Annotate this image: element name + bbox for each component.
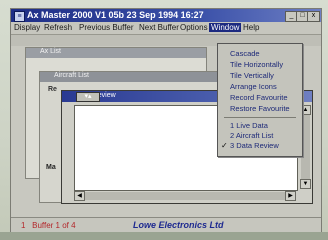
company-name: Lowe Electronics Ltd [133, 220, 224, 230]
status-bar: 1 Buffer 1 of 4 Lowe Electronics Ltd [11, 217, 321, 232]
menu-window[interactable]: Window [209, 23, 242, 32]
window-controls-icon[interactable]: ▾▴ [76, 92, 100, 102]
menu-item-tile-horizontally[interactable]: Tile Horizontally [230, 60, 283, 69]
close-button[interactable]: x [307, 11, 320, 22]
app-title: Ax Master 2000 V1 05b 23 Sep 1994 16:27 [27, 10, 204, 20]
ax-list-title-bar[interactable]: Ax List [26, 48, 206, 58]
app-icon[interactable]: ≡ [14, 11, 25, 22]
aircraft-list-title: Aircraft List [54, 72, 90, 79]
ax-list-title: Ax List [40, 48, 62, 55]
menu-options[interactable]: Options [180, 23, 208, 32]
horizontal-scrollbar[interactable]: ◀ ▶ [74, 191, 296, 201]
menu-item-cascade[interactable]: Cascade [230, 49, 260, 58]
window-menu-dropdown: Cascade Tile Horizontally Tile Verticall… [217, 43, 303, 157]
scroll-right-icon[interactable]: ▶ [285, 191, 296, 201]
aircraft-list-label: Ma [46, 164, 56, 171]
buffer-status: 1 Buffer 1 of 4 [21, 221, 76, 230]
status-index: 1 [21, 221, 26, 230]
menu-display[interactable]: Display [14, 23, 40, 32]
aircraft-list-title-bar[interactable]: Aircraft List [40, 72, 230, 82]
menu-separator [224, 117, 296, 118]
checkmark-icon: ✓ [221, 141, 228, 150]
scroll-left-icon[interactable]: ◀ [74, 191, 85, 201]
scroll-down-icon[interactable]: ▼ [300, 179, 311, 189]
menu-item-restore-favourite[interactable]: Restore Favourite [230, 104, 290, 113]
screen: ≡ Ax Master 2000 V1 05b 23 Sep 1994 16:2… [0, 0, 328, 240]
menu-previous-buffer[interactable]: Previous Buffer [79, 23, 134, 32]
menu-item-arrange-icons[interactable]: Arrange Icons [230, 82, 277, 91]
title-bar[interactable]: ≡ Ax Master 2000 V1 05b 23 Sep 1994 16:2… [11, 9, 321, 22]
menu-item-aircraft-list[interactable]: 2 Aircraft List [230, 131, 273, 140]
menu-item-data-review[interactable]: 3 Data Review [230, 141, 279, 150]
menu-item-live-data[interactable]: 1 Live Data [230, 121, 268, 130]
menu-bar: Display Refresh Previous Buffer Next Buf… [11, 22, 321, 35]
monitor-bezel [0, 232, 328, 240]
menu-next-buffer[interactable]: Next Buffer [139, 23, 179, 32]
menu-item-record-favourite[interactable]: Record Favourite [230, 93, 288, 102]
menu-item-tile-vertically[interactable]: Tile Vertically [230, 71, 274, 80]
menu-refresh[interactable]: Refresh [44, 23, 72, 32]
app-window: ≡ Ax Master 2000 V1 05b 23 Sep 1994 16:2… [10, 8, 322, 232]
menu-help[interactable]: Help [243, 23, 259, 32]
column-header: Re [48, 86, 57, 93]
buffer-label: Buffer 1 of 4 [32, 221, 76, 230]
